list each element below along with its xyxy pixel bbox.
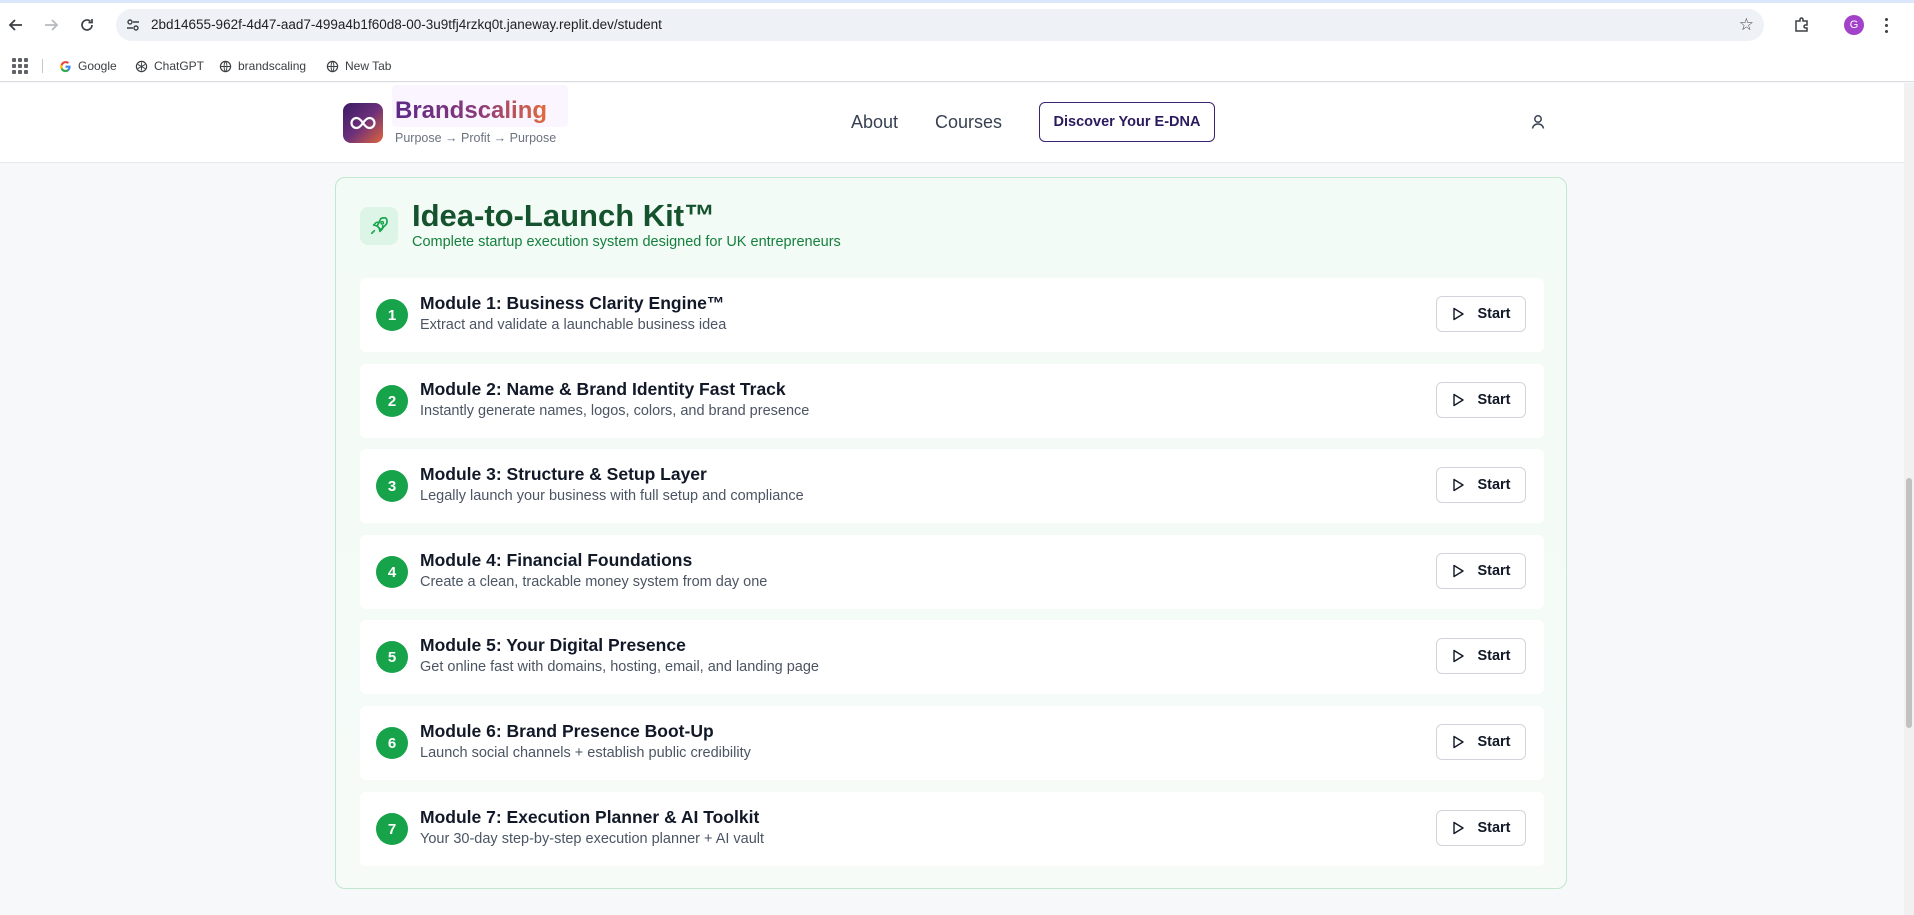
globe-icon xyxy=(325,59,339,73)
loading-bar xyxy=(0,0,1914,3)
brand-logo[interactable] xyxy=(343,103,383,143)
play-icon xyxy=(1451,649,1465,663)
start-label: Start xyxy=(1477,477,1511,493)
module-start-button[interactable]: Start xyxy=(1436,296,1526,332)
module-title: Module 3: Structure & Setup Layer xyxy=(420,464,707,484)
google-icon xyxy=(58,59,72,73)
reload-icon xyxy=(81,19,93,31)
idea-to-launch-kit-card: Idea-to-Launch Kit™ Complete startup exe… xyxy=(335,177,1567,889)
url-text[interactable]: 2bd14655-962f-4d47-aad7-499a4b1f60d8-00-… xyxy=(151,17,662,32)
kit-title: Idea-to-Launch Kit™ xyxy=(412,198,716,233)
module-description: Extract and validate a launchable busine… xyxy=(420,317,727,333)
brand-tagline: Purpose → Profit → Purpose xyxy=(395,131,557,145)
bookmark-label: ChatGPT xyxy=(154,59,205,73)
module-title: Module 1: Business Clarity Engine™ xyxy=(420,293,725,313)
module-number-badge: 2 xyxy=(376,385,408,417)
play-icon xyxy=(1451,735,1465,749)
start-label: Start xyxy=(1477,392,1511,408)
play-icon xyxy=(1451,564,1465,578)
back-arrow-icon xyxy=(8,19,22,31)
bookmark-chatgpt[interactable]: ChatGPT xyxy=(134,57,204,75)
module-description: Legally launch your business with full s… xyxy=(420,488,804,504)
module-row: 6 Module 6: Brand Presence Boot-Up Launc… xyxy=(360,706,1544,780)
module-description: Your 30-day step-by-step execution plann… xyxy=(420,831,765,847)
extensions-icon[interactable] xyxy=(1790,13,1814,37)
start-label: Start xyxy=(1477,648,1511,664)
bookmark-google[interactable]: Google xyxy=(58,57,117,75)
bookmark-brandscaling[interactable]: brandscaling xyxy=(218,57,306,75)
profile-avatar[interactable]: G xyxy=(1844,15,1864,35)
infinity-icon xyxy=(350,116,376,130)
discover-edna-button[interactable]: Discover Your E-DNA xyxy=(1039,102,1215,142)
bookmark-label: New Tab xyxy=(345,59,392,73)
play-icon xyxy=(1451,478,1465,492)
site-header: Brandscaling Purpose → Profit → Purpose … xyxy=(0,83,1914,163)
bookmark-label: brandscaling xyxy=(238,59,307,73)
start-label: Start xyxy=(1477,734,1511,750)
module-number-badge: 7 xyxy=(376,813,408,845)
forward-button[interactable] xyxy=(38,12,64,38)
module-start-button[interactable]: Start xyxy=(1436,638,1526,674)
module-description: Instantly generate names, logos, colors,… xyxy=(420,403,810,419)
brand-name[interactable]: Brandscaling xyxy=(395,97,547,125)
play-icon xyxy=(1451,307,1465,321)
module-title: Module 4: Financial Foundations xyxy=(420,550,693,570)
module-row: 4 Module 4: Financial Foundations Create… xyxy=(360,535,1544,609)
nav-about[interactable]: About xyxy=(851,112,898,133)
play-icon xyxy=(1451,821,1465,835)
globe-icon xyxy=(218,59,232,73)
module-row: 5 Module 5: Your Digital Presence Get on… xyxy=(360,620,1544,694)
bookmark-new-tab[interactable]: New Tab xyxy=(325,57,391,75)
module-title: Module 7: Execution Planner & AI Toolkit xyxy=(420,807,760,827)
module-start-button[interactable]: Start xyxy=(1436,467,1526,503)
back-button[interactable] xyxy=(3,12,29,38)
chatgpt-icon xyxy=(134,59,148,73)
module-title: Module 5: Your Digital Presence xyxy=(420,635,686,655)
module-number-badge: 1 xyxy=(376,299,408,331)
module-description: Launch social channels + establish publi… xyxy=(420,745,751,761)
module-number-badge: 6 xyxy=(376,727,408,759)
bookmarks-bar: Google ChatGPT brandscaling New Tab xyxy=(0,50,1914,82)
forward-arrow-icon xyxy=(45,19,59,31)
module-start-button[interactable]: Start xyxy=(1436,553,1526,589)
module-start-button[interactable]: Start xyxy=(1436,810,1526,846)
start-label: Start xyxy=(1477,563,1511,579)
module-description: Get online fast with domains, hosting, e… xyxy=(420,659,819,675)
reload-button[interactable] xyxy=(74,12,100,38)
module-row: 1 Module 1: Business Clarity Engine™ Ext… xyxy=(360,278,1544,352)
bookmark-label: Google xyxy=(78,59,117,73)
browser-toolbar: 2bd14655-962f-4d47-aad7-499a4b1f60d8-00-… xyxy=(0,0,1914,50)
site-info-icon[interactable] xyxy=(124,16,142,34)
start-label: Start xyxy=(1477,306,1511,322)
apps-grid-icon[interactable] xyxy=(12,58,28,74)
browser-menu-icon[interactable] xyxy=(1878,13,1894,37)
module-row: 7 Module 7: Execution Planner & AI Toolk… xyxy=(360,792,1544,866)
module-number-badge: 4 xyxy=(376,556,408,588)
play-icon xyxy=(1451,393,1465,407)
bookmarks-divider xyxy=(42,59,43,73)
module-row: 2 Module 2: Name & Brand Identity Fast T… xyxy=(360,364,1544,438)
address-bar[interactable]: 2bd14655-962f-4d47-aad7-499a4b1f60d8-00-… xyxy=(116,9,1764,41)
start-label: Start xyxy=(1477,820,1511,836)
rocket-icon xyxy=(360,207,398,245)
module-number-badge: 5 xyxy=(376,641,408,673)
nav-courses[interactable]: Courses xyxy=(935,112,1002,133)
user-icon[interactable] xyxy=(1528,112,1548,132)
module-description: Create a clean, trackable money system f… xyxy=(420,574,768,590)
module-title: Module 2: Name & Brand Identity Fast Tra… xyxy=(420,379,786,399)
scrollbar-thumb[interactable] xyxy=(1906,478,1912,728)
bookmark-star-icon[interactable]: ☆ xyxy=(1739,15,1754,35)
kit-subtitle: Complete startup execution system design… xyxy=(412,234,841,250)
module-title: Module 6: Brand Presence Boot-Up xyxy=(420,721,714,741)
module-start-button[interactable]: Start xyxy=(1436,724,1526,760)
module-row: 3 Module 3: Structure & Setup Layer Lega… xyxy=(360,449,1544,523)
module-start-button[interactable]: Start xyxy=(1436,382,1526,418)
module-number-badge: 3 xyxy=(376,470,408,502)
